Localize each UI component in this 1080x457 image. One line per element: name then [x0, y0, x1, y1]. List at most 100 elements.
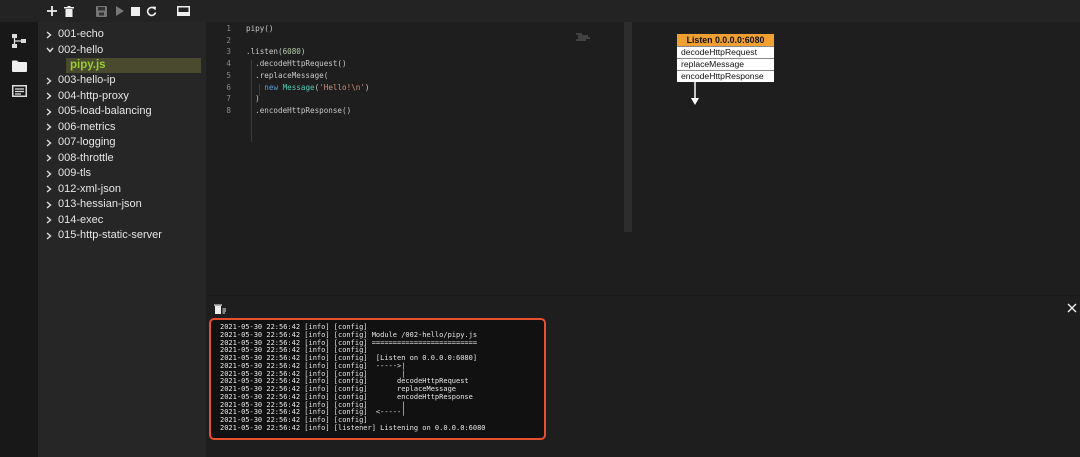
code-token: .listen(: [246, 47, 283, 57]
chevron-right-icon[interactable]: [46, 135, 54, 151]
trash-icon[interactable]: [62, 4, 76, 18]
line-number: 2: [226, 35, 231, 45]
code-text: .replaceMessage(: [246, 70, 328, 82]
code-line[interactable]: 3 .listen(6080): [207, 46, 625, 58]
code-line[interactable]: 5 .replaceMessage(: [207, 70, 625, 82]
tree-folder-item[interactable]: 002-hello: [38, 43, 206, 59]
tree-folder-item[interactable]: 005-load-balancing: [38, 104, 206, 120]
code-line[interactable]: 2: [207, 35, 625, 47]
file-tree: 001-echo 002-hello pipy.js 003-hello-ip 004-…: [38, 22, 206, 457]
chevron-right-icon[interactable]: [46, 182, 54, 198]
tree-file-item[interactable]: pipy.js: [66, 58, 201, 73]
chevron-right-icon[interactable]: [46, 197, 54, 213]
chevron-down-icon[interactable]: [46, 43, 54, 59]
tree-folder-item[interactable]: 004-http-proxy: [38, 89, 206, 105]
console-log: 2021-05-30 22:56:42 [info] [config] 2021-…: [209, 318, 546, 440]
code-text: ): [246, 93, 260, 105]
code-text: .decodeHttpRequest(): [246, 58, 347, 70]
stop-icon[interactable]: [128, 4, 142, 18]
chevron-right-icon[interactable]: [46, 151, 54, 167]
close-icon[interactable]: [1066, 299, 1078, 313]
run-icon[interactable]: [112, 4, 126, 18]
line-number: 1: [226, 24, 231, 33]
tree-folder-item[interactable]: 013-hessian-json: [38, 197, 206, 213]
save-icon[interactable]: [94, 4, 108, 18]
code-line[interactable]: 6 new Message('Hello!\n'): [207, 82, 625, 94]
code-line[interactable]: 1 pipy(): [207, 23, 625, 35]
code-token: ): [300, 47, 306, 57]
tree-item-label: 006-metrics: [58, 120, 116, 133]
top-toolbar: [0, 0, 1080, 22]
tree-folder-item[interactable]: 009-tls: [38, 166, 206, 182]
code-token: new: [264, 82, 279, 92]
line-number: 6: [226, 82, 231, 92]
chevron-right-icon[interactable]: [46, 89, 54, 105]
code-token: .decodeHttpRequest(): [246, 59, 347, 69]
tree-folder-item[interactable]: 015-http-static-server: [38, 228, 206, 244]
arrow-down-icon: [691, 82, 699, 105]
pipeline-icon[interactable]: [10, 32, 28, 50]
chevron-right-icon[interactable]: [46, 73, 54, 89]
log-line: 2021-05-30 22:56:42 [info] [listener] Li…: [220, 423, 486, 432]
tree-item-label: 002-hello: [58, 43, 104, 56]
line-number: 5: [226, 70, 231, 80]
code-text: pipy(): [246, 23, 273, 35]
pipeline-step[interactable]: encodeHttpResponse: [677, 70, 774, 82]
tree-folder-item[interactable]: 001-echo: [38, 27, 206, 43]
code-line[interactable]: 8 .encodeHttpResponse(): [207, 105, 625, 117]
indent-guide: [259, 84, 260, 96]
tree-folder-item[interactable]: 008-throttle: [38, 151, 206, 167]
plus-icon[interactable]: [45, 4, 59, 18]
folder-icon[interactable]: [10, 57, 28, 75]
tree-item-label: 009-tls: [58, 167, 92, 179]
code-line[interactable]: 7 ): [207, 93, 625, 105]
tree-item-label: 014-exec: [58, 213, 104, 226]
console-icon[interactable]: [10, 82, 28, 100]
line-number: 3: [226, 47, 231, 57]
code-token: .encodeHttpResponse(): [246, 105, 352, 115]
tree-folder-item[interactable]: 014-exec: [38, 213, 206, 229]
code-editor[interactable]: 1 pipy() 2 3 .listen(6080) 4 .decodeHttpReque…: [207, 22, 625, 295]
indent-guide: [251, 60, 252, 142]
chevron-right-icon[interactable]: [46, 27, 54, 43]
pipeline-step[interactable]: replaceMessage: [677, 58, 774, 70]
code-text: .listen(6080): [246, 46, 305, 58]
pipeline-step[interactable]: decodeHttpRequest: [677, 46, 774, 58]
chevron-right-icon[interactable]: [46, 104, 54, 120]
line-number: 8: [226, 105, 231, 115]
code-token: pipy(): [246, 24, 274, 33]
tree-item-label: 008-throttle: [58, 151, 114, 164]
tree-item-label: pipy.js: [70, 59, 106, 71]
editor-scrollbar[interactable]: [624, 22, 632, 232]
code-token: 'Hello!\n': [319, 82, 365, 92]
code-token: 6080: [282, 47, 301, 57]
minimap[interactable]: [576, 26, 592, 41]
tree-folder-item[interactable]: 007-logging: [38, 135, 206, 151]
tree-item-label: 007-logging: [58, 136, 116, 148]
tree-folder-item[interactable]: 006-metrics: [38, 120, 206, 136]
tree-item-label: 004-http-proxy: [58, 89, 129, 102]
chevron-right-icon[interactable]: [46, 228, 54, 244]
line-number: 4: [226, 59, 231, 69]
code-token: ): [364, 82, 370, 92]
code-token: Message: [282, 82, 315, 92]
code-text: new Message('Hello!\n'): [246, 82, 369, 94]
code-line[interactable]: 4 .decodeHttpRequest(): [207, 58, 625, 70]
pipeline-node[interactable]: Listen 0.0.0.0:6080 decodeHttpRequest re…: [676, 33, 775, 83]
tree-folder-item[interactable]: 003-hello-ip: [38, 73, 206, 89]
tree-folder-item[interactable]: 012-xml-json: [38, 182, 206, 198]
line-number: 7: [226, 94, 231, 104]
tree-item-label: 015-http-static-server: [58, 229, 162, 241]
code-token: .replaceMessage(: [246, 70, 329, 80]
tree-item-label: 001-echo: [58, 28, 104, 40]
panel-icon[interactable]: [176, 4, 190, 18]
activity-rail: [0, 22, 38, 457]
chevron-right-icon[interactable]: [46, 213, 54, 229]
chevron-right-icon[interactable]: [46, 166, 54, 182]
clear-log-icon[interactable]: [214, 300, 226, 314]
tree-item-label: 005-load-balancing: [58, 105, 152, 117]
tree-item-label: 012-xml-json: [58, 182, 121, 195]
chevron-right-icon[interactable]: [46, 120, 54, 136]
reload-icon[interactable]: [144, 4, 158, 18]
